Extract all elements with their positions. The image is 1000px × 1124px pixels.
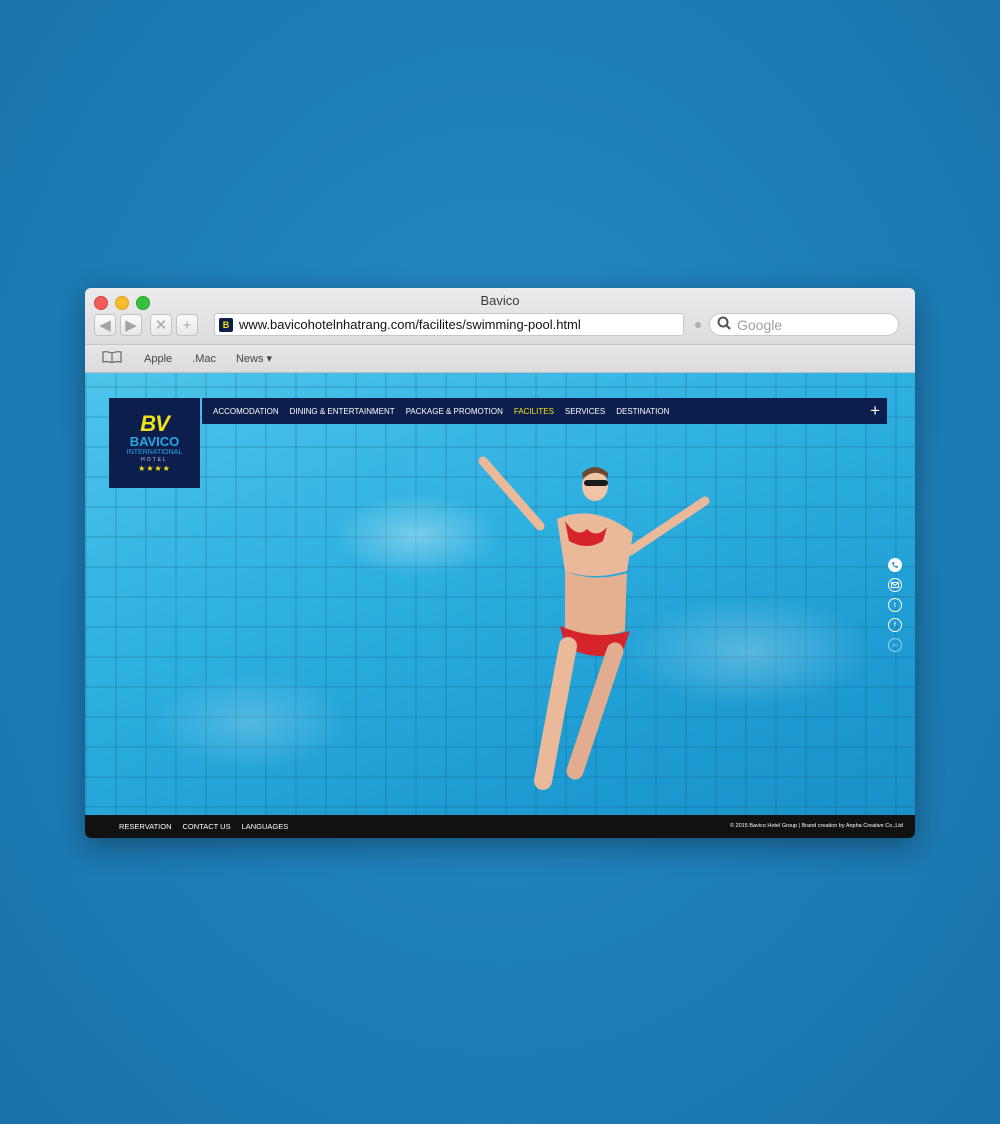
menu-expand-button[interactable]: + xyxy=(870,401,880,421)
facebook-icon[interactable]: f xyxy=(888,618,902,632)
site-navigation: ACCOMODATION DINING & ENTERTAINMENT PACK… xyxy=(202,398,887,424)
nav-dining-entertainment[interactable]: DINING & ENTERTAINMENT xyxy=(290,407,395,416)
nav-facilites[interactable]: FACILITES xyxy=(514,407,554,416)
bookmark-mac[interactable]: .Mac xyxy=(192,353,216,365)
social-links: t f ∞ xyxy=(888,558,902,652)
footer-contact-link[interactable]: CONTACT US xyxy=(183,822,231,831)
stop-button[interactable]: ✕ xyxy=(150,314,172,336)
phone-icon[interactable] xyxy=(888,558,902,572)
url-text[interactable]: www.bavicohotelnhatrang.com/facilites/sw… xyxy=(239,317,581,332)
bookmarks-bar: Apple .Mac News ▾ xyxy=(85,345,915,373)
swimmer-photo xyxy=(478,456,710,790)
bookmark-apple[interactable]: Apple xyxy=(144,353,172,365)
logo-subtitle: INTERNATIONAL xyxy=(126,448,183,456)
site-footer: RESERVATION CONTACT US LANGUAGES © 2015 … xyxy=(85,815,915,838)
twitter-icon[interactable]: t xyxy=(888,598,902,612)
bavico-logo[interactable]: BV BAVICO INTERNATIONAL HOTEL ★★★★ xyxy=(109,398,200,488)
site-favicon-icon: B xyxy=(219,317,233,332)
tripadvisor-icon[interactable]: ∞ xyxy=(888,638,902,652)
progress-dot-icon xyxy=(695,322,701,328)
nav-destination[interactable]: DESTINATION xyxy=(616,407,669,416)
webpage: BV BAVICO INTERNATIONAL HOTEL ★★★★ ACCOM… xyxy=(85,373,915,838)
address-bar[interactable]: B www.bavicohotelnhatrang.com/facilites/… xyxy=(214,313,684,336)
mail-icon[interactable] xyxy=(888,578,902,592)
logo-hotel: HOTEL xyxy=(141,456,168,463)
nav-accomodation[interactable]: ACCOMODATION xyxy=(213,407,279,416)
back-button[interactable]: ◀ xyxy=(94,314,116,336)
logo-mark: BV xyxy=(140,410,170,436)
copyright-text: © 2015 Bavico Hotel Group | Brand creati… xyxy=(729,823,903,829)
search-field[interactable]: Google xyxy=(709,313,899,336)
search-placeholder: Google xyxy=(737,316,783,333)
footer-reservation-link[interactable]: RESERVATION xyxy=(119,822,172,831)
forward-button[interactable]: ▶ xyxy=(120,314,142,336)
add-bookmark-button[interactable]: + xyxy=(176,314,198,336)
browser-window: Bavico ◀ ▶ ✕ + B www.bavicohotelnhatrang… xyxy=(85,288,915,838)
bookmark-news[interactable]: News ▾ xyxy=(236,352,272,365)
navigation-buttons: ◀ ▶ ✕ + xyxy=(94,314,198,336)
nav-package-promotion[interactable]: PACKAGE & PROMOTION xyxy=(406,407,503,416)
logo-name: BAVICO xyxy=(129,433,180,449)
book-icon[interactable] xyxy=(102,351,122,366)
title-bar: Bavico ◀ ▶ ✕ + B www.bavicohotelnhatrang… xyxy=(85,288,915,345)
nav-services[interactable]: SERVICES xyxy=(565,407,605,416)
search-icon xyxy=(717,316,733,333)
logo-stars: ★★★★ xyxy=(138,463,171,473)
window-title: Bavico xyxy=(480,293,520,308)
footer-languages-link[interactable]: LANGUAGES xyxy=(242,822,289,831)
